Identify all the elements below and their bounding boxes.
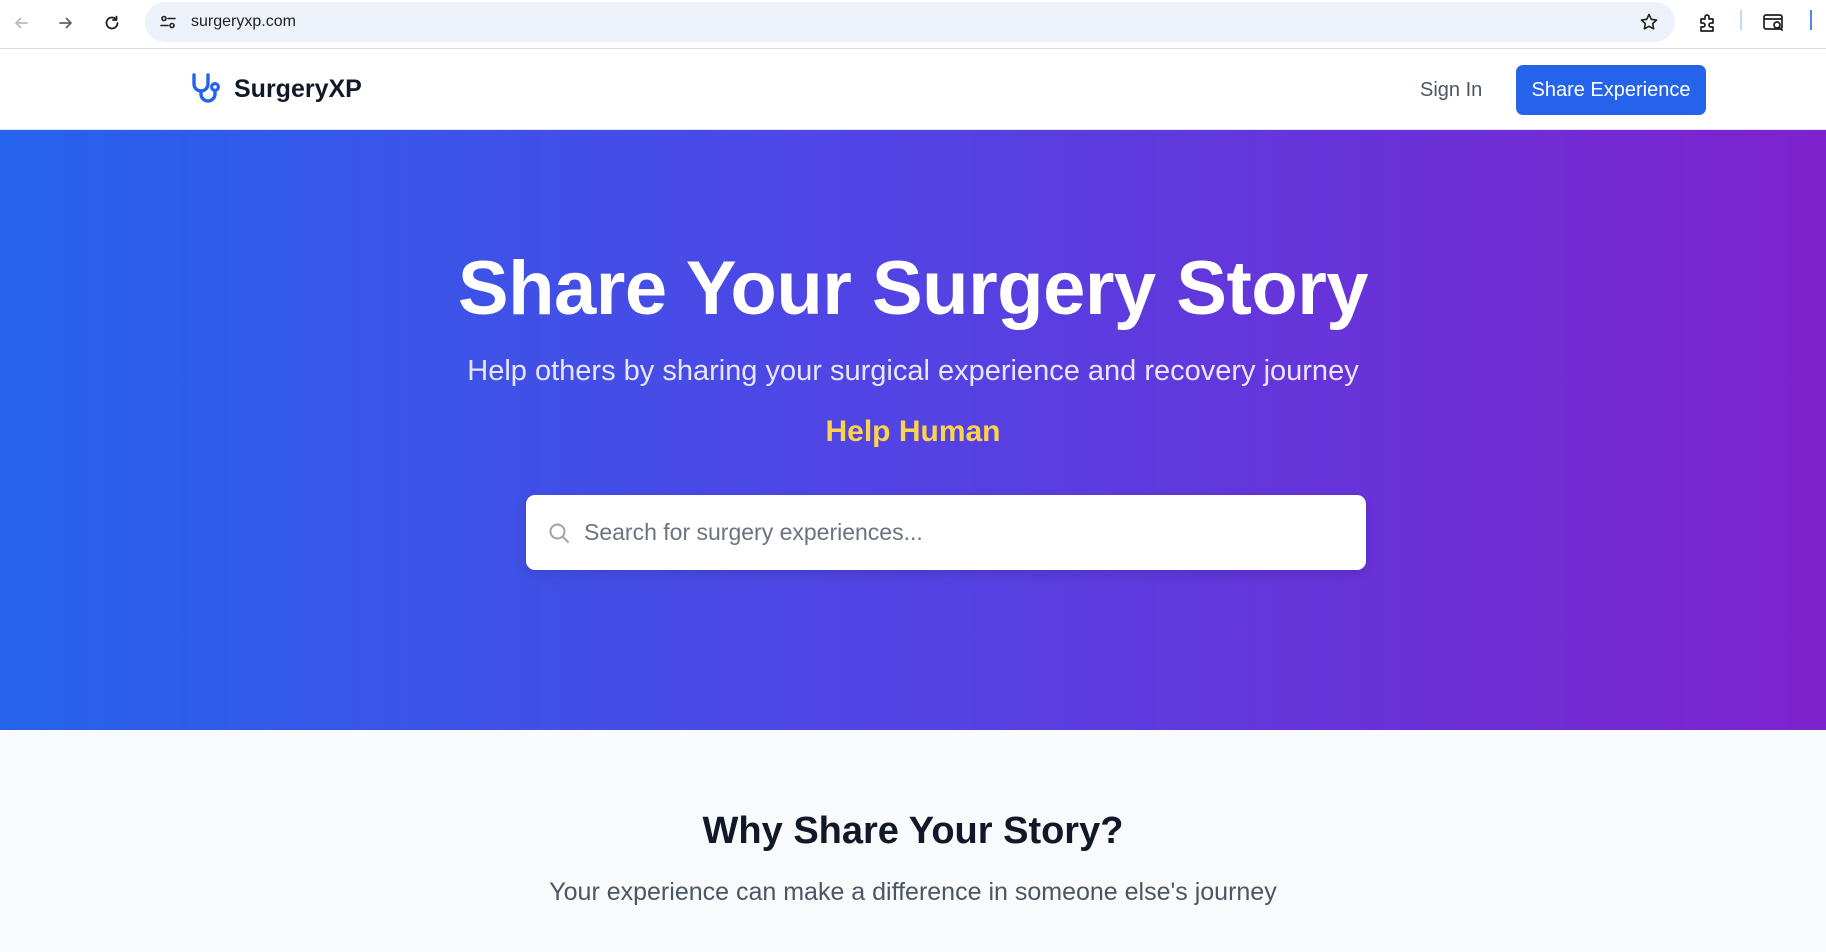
site-info-icon[interactable] xyxy=(157,11,179,33)
sign-in-link[interactable]: Sign In xyxy=(1420,73,1482,107)
browser-toolbar: surgeryxp.com xyxy=(0,0,1826,49)
extensions-icon[interactable] xyxy=(1692,7,1724,39)
tab-search-icon[interactable] xyxy=(1758,7,1790,39)
reload-button[interactable] xyxy=(95,6,129,40)
arrow-left-icon xyxy=(15,17,28,29)
address-bar[interactable]: surgeryxp.com xyxy=(145,2,1675,42)
toolbar-divider xyxy=(1740,10,1742,30)
share-experience-button[interactable]: Share Experience xyxy=(1516,65,1706,115)
arrow-right-icon xyxy=(59,17,72,29)
stethoscope-icon xyxy=(186,70,224,108)
section-subtitle: Your experience can make a difference in… xyxy=(549,878,1277,906)
hero-subtitle: Help others by sharing your surgical exp… xyxy=(467,355,1359,387)
toolbar-edge-marker xyxy=(1810,10,1812,30)
section-title: Why Share Your Story? xyxy=(702,810,1124,852)
back-button[interactable] xyxy=(4,6,38,40)
site-header: SurgeryXP Sign In Share Experience xyxy=(0,49,1826,130)
address-url[interactable]: surgeryxp.com xyxy=(191,2,296,42)
forward-button[interactable] xyxy=(49,6,83,40)
hero-title: Share Your Surgery Story xyxy=(457,246,1369,331)
hero-section: Share Your Surgery Story Help others by … xyxy=(0,130,1826,730)
reload-icon xyxy=(105,15,119,30)
hero-tagline: Help Human xyxy=(825,415,1001,448)
why-share-section: Why Share Your Story? Your experience ca… xyxy=(0,730,1826,952)
bookmark-star-icon[interactable] xyxy=(1637,10,1661,34)
logo[interactable]: SurgeryXP xyxy=(186,69,362,109)
search-box xyxy=(526,495,1366,570)
logo-text: SurgeryXP xyxy=(234,74,362,103)
search-input[interactable] xyxy=(584,495,1344,570)
search-icon xyxy=(546,520,572,546)
